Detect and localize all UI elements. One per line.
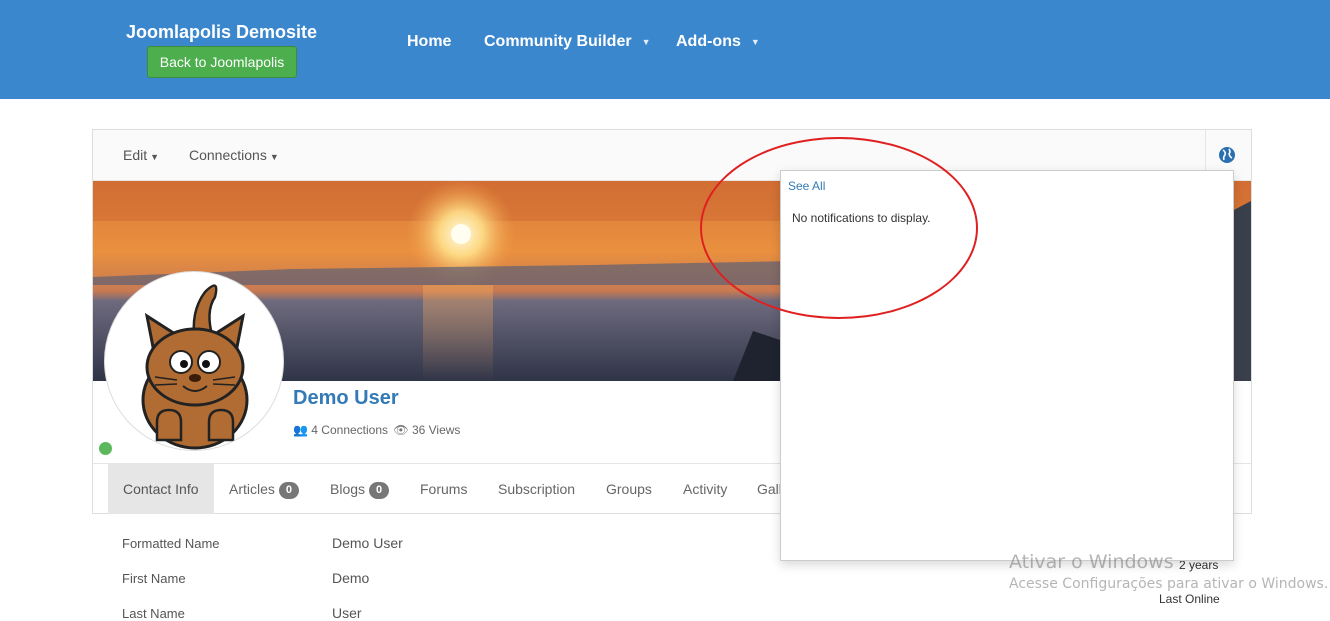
windows-activation-subtitle: Acesse Configurações para ativar o Windo…: [1009, 576, 1329, 592]
formatted-name-label: Formatted Name: [122, 536, 220, 551]
tab-contact-info-label: Contact Info: [123, 481, 199, 497]
tab-gallery[interactable]: Gall: [757, 464, 782, 514]
tab-subscription[interactable]: Subscription: [498, 464, 575, 514]
back-to-joomlapolis-button[interactable]: Back to Joomlapolis: [147, 46, 297, 78]
tab-activity[interactable]: Activity: [683, 464, 727, 514]
annotation-ellipse: [700, 137, 978, 319]
tab-articles[interactable]: Articles 0: [229, 464, 299, 514]
tab-articles-label: Articles: [229, 481, 275, 497]
nav-add-ons[interactable]: Add-ons ▼: [676, 33, 760, 51]
nav-home-label: Home: [407, 33, 452, 50]
profile-name[interactable]: Demo User: [293, 387, 399, 410]
last-online-label: Last Online: [1159, 592, 1220, 606]
globe-icon: [1219, 147, 1235, 163]
nav-home[interactable]: Home: [407, 33, 451, 51]
first-name-label: First Name: [122, 571, 186, 586]
nav-community-builder-label: Community Builder: [484, 33, 632, 50]
site-title[interactable]: Joomlapolis Demosite: [126, 22, 317, 43]
chevron-down-icon: ▼: [750, 36, 760, 47]
tab-groups[interactable]: Groups: [606, 464, 652, 514]
users-icon: 👥: [293, 423, 308, 437]
tab-blogs[interactable]: Blogs 0: [330, 464, 390, 514]
connections-menu[interactable]: Connections ▼: [189, 147, 279, 163]
blogs-count-badge: 0: [369, 482, 390, 499]
tab-groups-label: Groups: [606, 481, 652, 497]
chevron-down-icon: ▼: [641, 36, 651, 47]
nav-community-builder[interactable]: Community Builder ▼: [484, 33, 650, 51]
tab-activity-label: Activity: [683, 481, 728, 497]
connections-count[interactable]: 4 Connections: [311, 423, 388, 437]
tab-forums-label: Forums: [420, 481, 468, 497]
windows-activation-title: Ativar o Windows: [1009, 551, 1174, 573]
eye-icon: 👁: [393, 423, 409, 437]
tab-forums[interactable]: Forums: [420, 464, 467, 514]
cat-avatar-image: [141, 284, 249, 450]
online-status-indicator: [99, 442, 112, 455]
tab-blogs-label: Blogs: [330, 481, 366, 497]
avatar[interactable]: [104, 271, 284, 451]
caret-down-icon: ▼: [150, 152, 160, 162]
nav-add-ons-label: Add-ons: [676, 33, 741, 50]
views-count: 36 Views: [411, 423, 461, 437]
first-name-value: Demo: [332, 570, 370, 586]
profile-stats: 👥 4 Connections 👁 36 Views: [293, 423, 460, 437]
formatted-name-value: Demo User: [332, 535, 403, 551]
articles-count-badge: 0: [278, 482, 299, 499]
caret-down-icon: ▼: [269, 152, 279, 162]
tab-contact-info[interactable]: Contact Info: [108, 464, 214, 514]
tab-subscription-label: Subscription: [498, 481, 576, 497]
site-header: Joomlapolis Demosite Back to Joomlapolis…: [0, 0, 1330, 99]
edit-menu-label: Edit: [123, 147, 148, 163]
connections-menu-label: Connections: [189, 147, 267, 163]
tab-gallery-label: Gall: [757, 481, 782, 497]
edit-menu[interactable]: Edit ▼: [123, 147, 159, 163]
